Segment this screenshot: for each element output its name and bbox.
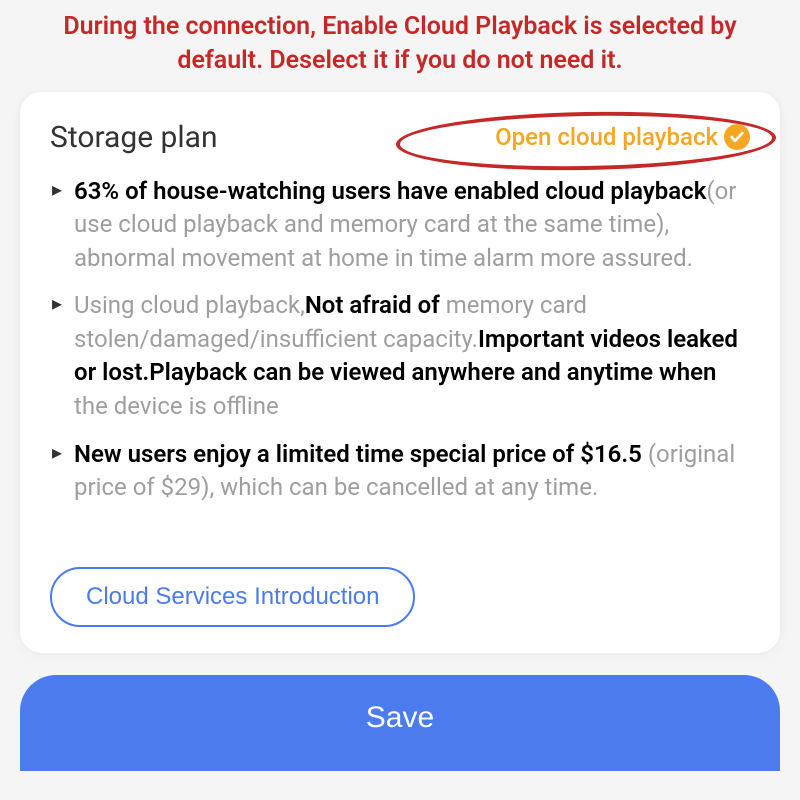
cloud-services-intro-button[interactable]: Cloud Services Introduction	[50, 567, 415, 627]
instruction-annotation: During the connection, Enable Cloud Play…	[0, 0, 800, 92]
list-item-bold: Not afraid of	[305, 291, 440, 319]
list-item-text: Using cloud playback,	[74, 291, 305, 319]
list-item: Using cloud playback,Not afraid of memor…	[50, 289, 750, 423]
open-cloud-playback-toggle[interactable]: Open cloud playback	[495, 123, 750, 151]
storage-plan-card: Storage plan Open cloud playback 63% of …	[20, 92, 780, 653]
card-title: Storage plan	[50, 120, 218, 155]
save-button[interactable]: Save	[20, 675, 780, 771]
list-item-bold: 63% of house-watching users have enabled…	[74, 177, 706, 205]
list-item-bold: New users enjoy a limited time special p…	[74, 440, 642, 468]
list-item-text: the device is offline	[74, 392, 279, 420]
list-item: 63% of house-watching users have enabled…	[50, 175, 750, 276]
toggle-label: Open cloud playback	[495, 123, 718, 151]
card-header: Storage plan Open cloud playback	[50, 120, 750, 155]
list-item: New users enjoy a limited time special p…	[50, 438, 750, 505]
feature-list: 63% of house-watching users have enabled…	[50, 175, 750, 505]
checkmark-icon	[724, 124, 750, 150]
